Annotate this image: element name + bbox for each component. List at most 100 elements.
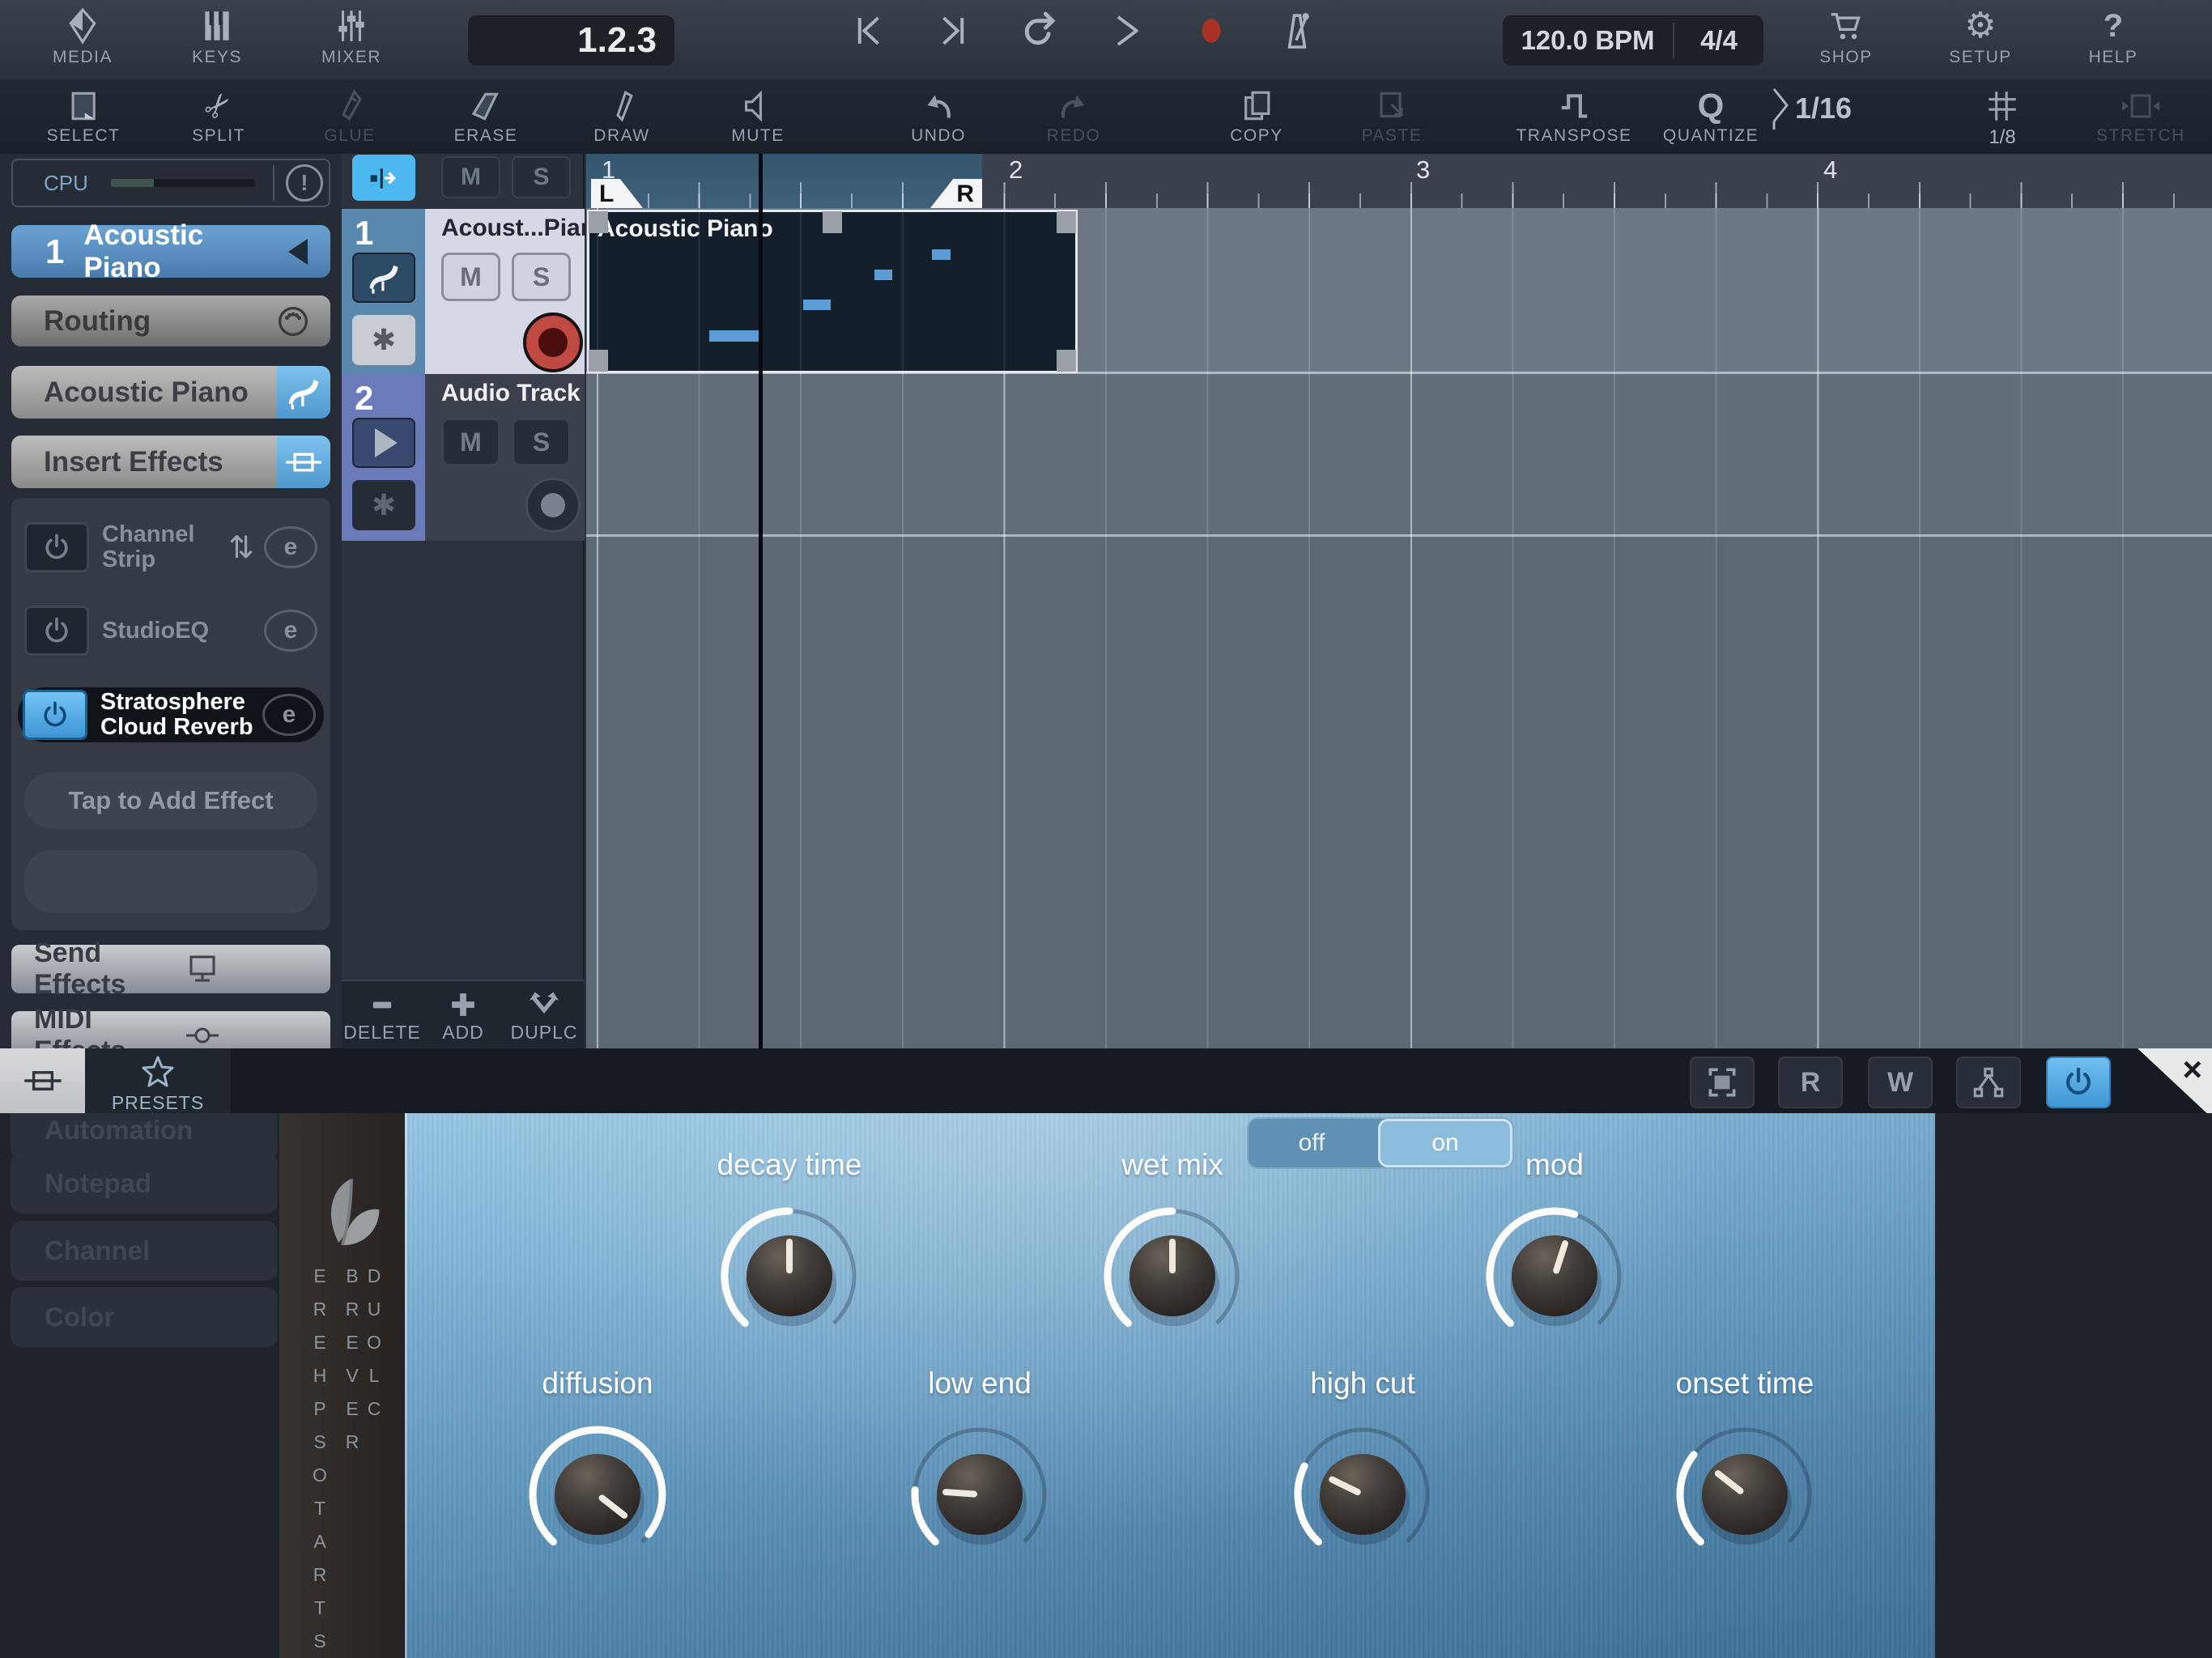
- knob-decay-time[interactable]: decay time: [668, 1148, 911, 1363]
- split-tool[interactable]: ✂ SPLIT: [192, 84, 245, 146]
- freeze-button[interactable]: ✱: [352, 480, 415, 530]
- delete-track-button[interactable]: DELETE: [342, 981, 423, 1048]
- knob-high-cut[interactable]: high cut: [1241, 1367, 1484, 1582]
- midi-clip[interactable]: Acoustic Piano: [587, 210, 1078, 373]
- track-row-1[interactable]: 1 ✱ Acoust...Piano M S: [342, 209, 610, 374]
- resize-handle[interactable]: [589, 350, 608, 372]
- knob-diffusion[interactable]: diffusion: [476, 1367, 719, 1582]
- media-button[interactable]: MEDIA: [53, 5, 113, 67]
- resize-handle[interactable]: [1057, 211, 1076, 233]
- edit-effect-button[interactable]: e: [262, 694, 316, 736]
- alert-icon[interactable]: !: [285, 164, 323, 202]
- instrument-button[interactable]: [352, 253, 415, 303]
- midi-note[interactable]: [932, 249, 951, 260]
- edit-effect-button[interactable]: e: [264, 610, 317, 652]
- timeline-ruler[interactable]: 1 2 3 4 L R: [586, 154, 2212, 208]
- toggle-off-label[interactable]: off: [1247, 1117, 1376, 1169]
- freeze-button[interactable]: ✱: [352, 315, 415, 365]
- effect-slot-studioeq[interactable]: StudioEQ e: [24, 604, 317, 657]
- resize-handle[interactable]: [823, 211, 842, 233]
- track-list: M S 1 ✱ Acoust...Piano M S 2 ✱ Audio Tra…: [342, 154, 650, 1048]
- effect-slot-stratosphere[interactable]: Stratosphere Cloud Reverb e: [18, 687, 324, 742]
- mixer-button[interactable]: MIXER: [321, 5, 381, 67]
- tap-to-add-effect[interactable]: Tap to Add Effect: [24, 772, 317, 829]
- undo-button[interactable]: UNDO: [911, 86, 966, 146]
- transpose-button[interactable]: TRANSPOSE: [1516, 86, 1631, 146]
- mute-button[interactable]: M: [441, 418, 500, 466]
- master-solo-button[interactable]: S: [512, 156, 571, 198]
- knob-onset-time[interactable]: onset time: [1623, 1367, 1866, 1582]
- track-selector[interactable]: 1 Acoustic Piano: [11, 219, 330, 283]
- midi-note[interactable]: [709, 330, 759, 342]
- loop-button[interactable]: [1014, 8, 1066, 53]
- instrument-name[interactable]: Acoustic Piano: [11, 366, 277, 419]
- auto-scroll-button[interactable]: [352, 155, 415, 201]
- erase-tool[interactable]: ERASE: [454, 86, 518, 146]
- time-display[interactable]: 1.2.3: [468, 15, 674, 66]
- knob-mod[interactable]: mod: [1433, 1148, 1676, 1363]
- play-button[interactable]: [1100, 8, 1151, 53]
- power-button[interactable]: [24, 522, 89, 572]
- plugin-brand-strip: EREHPSOTARTS BREVER DUOLC: [279, 1113, 405, 1658]
- automation-write-button[interactable]: W: [1868, 1056, 1933, 1108]
- midi-note[interactable]: [874, 270, 892, 280]
- tab-presets[interactable]: PRESETS: [85, 1048, 231, 1113]
- track-row-2[interactable]: 2 ✱ Audio Track 2 M S: [342, 374, 650, 541]
- insert-effects-button[interactable]: [277, 436, 330, 488]
- grid-resolution[interactable]: 1/8: [1984, 86, 2021, 149]
- resize-handle[interactable]: [589, 211, 608, 233]
- track-header[interactable]: Acoust...Piano M S: [425, 209, 610, 374]
- routing-section[interactable]: Routing: [11, 295, 330, 346]
- select-tool[interactable]: SELECT: [47, 86, 121, 146]
- effect-on-off-toggle[interactable]: off on: [1247, 1117, 1514, 1169]
- effect-power-button[interactable]: [2046, 1056, 2111, 1108]
- copy-button[interactable]: COPY: [1230, 86, 1283, 146]
- routing-button[interactable]: [1956, 1056, 2021, 1108]
- track-header[interactable]: Audio Track 2 M S: [425, 374, 650, 541]
- add-track-button[interactable]: ADD: [423, 981, 504, 1048]
- solo-button[interactable]: S: [512, 418, 571, 466]
- record-button[interactable]: [1185, 8, 1237, 53]
- redo-button[interactable]: REDO: [1047, 86, 1101, 146]
- mute-button[interactable]: M: [441, 253, 500, 301]
- setup-button[interactable]: ⚙ SETUP: [1949, 5, 2012, 67]
- close-panel-button[interactable]: ×: [2138, 1048, 2212, 1118]
- playhead[interactable]: [759, 154, 763, 1048]
- quantize-value[interactable]: 1/16: [1745, 86, 1874, 131]
- resize-handle[interactable]: [1057, 350, 1076, 372]
- empty-effect-slot[interactable]: [24, 850, 317, 913]
- effect-slot-channel-strip[interactable]: Channel Strip ⇅ e: [24, 521, 317, 574]
- draw-tool[interactable]: DRAW: [593, 86, 649, 146]
- shop-button[interactable]: SHOP: [1819, 5, 1873, 67]
- edit-effect-button[interactable]: e: [264, 526, 317, 568]
- metronome-button[interactable]: [1271, 8, 1323, 53]
- skip-end-button[interactable]: [928, 8, 980, 53]
- timeline[interactable]: 1 2 3 4 L R Acoustic Piano: [586, 154, 2212, 1048]
- toggle-on-label[interactable]: on: [1378, 1119, 1512, 1167]
- knob-low-end[interactable]: low end: [858, 1367, 1101, 1582]
- solo-button[interactable]: S: [512, 253, 571, 301]
- tab-insert-effect[interactable]: [0, 1048, 85, 1113]
- skip-start-button[interactable]: [842, 8, 894, 53]
- duplicate-track-button[interactable]: DUPLC: [504, 981, 585, 1048]
- power-button[interactable]: [24, 606, 89, 656]
- midi-note[interactable]: [803, 300, 831, 310]
- paste-button[interactable]: PASTE: [1362, 86, 1423, 146]
- audio-track-button[interactable]: [352, 418, 415, 468]
- send-effects-section[interactable]: Send Effects: [11, 937, 330, 1000]
- help-button[interactable]: ? HELP: [2089, 5, 2138, 67]
- automation-read-button[interactable]: R: [1778, 1056, 1843, 1108]
- keys-button[interactable]: KEYS: [192, 5, 242, 67]
- record-arm-button[interactable]: [525, 478, 581, 533]
- tempo-display[interactable]: 120.0 BPM 4/4: [1503, 15, 1763, 66]
- insert-effects-label[interactable]: Insert Effects: [11, 436, 277, 488]
- power-button[interactable]: [23, 690, 87, 740]
- glue-tool[interactable]: GLUE: [324, 86, 375, 146]
- knob-wet-mix[interactable]: wet mix: [1051, 1148, 1294, 1363]
- master-mute-button[interactable]: M: [441, 156, 500, 198]
- stretch-tool[interactable]: STRETCH: [2096, 86, 2185, 146]
- fullscreen-button[interactable]: [1690, 1056, 1755, 1108]
- record-arm-button[interactable]: [523, 312, 583, 372]
- instrument-edit-button[interactable]: [277, 366, 330, 419]
- mute-tool[interactable]: MUTE: [731, 86, 785, 146]
